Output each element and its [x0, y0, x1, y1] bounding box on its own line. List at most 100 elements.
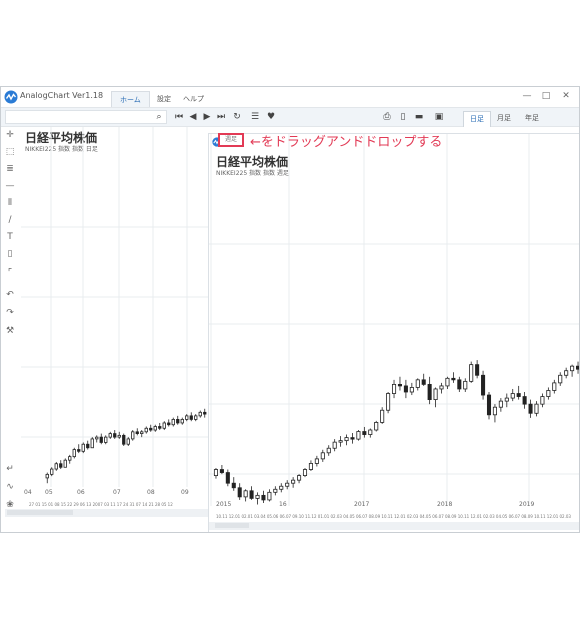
first-page-icon[interactable]: ⏮ — [173, 111, 185, 123]
redo-icon[interactable]: ↷ — [4, 307, 16, 319]
open-folder-icon[interactable]: ▬ — [413, 111, 425, 123]
candle-body — [95, 436, 99, 440]
period-tab-monthly[interactable]: 月足 — [491, 111, 517, 126]
note-icon[interactable]: ▯ — [4, 248, 16, 260]
search-input[interactable] — [5, 110, 167, 124]
candle-body — [415, 379, 420, 388]
line-chart-icon[interactable]: ∿ — [4, 481, 16, 493]
text-tool-icon[interactable]: T — [4, 231, 16, 243]
candle-body — [237, 487, 242, 498]
minimize-button[interactable]: — — [520, 89, 534, 103]
candle-body — [104, 436, 108, 443]
period-tab-daily[interactable]: 日足 — [463, 111, 491, 127]
horizontal-line-icon[interactable]: — — [4, 180, 16, 192]
candle-body — [158, 426, 162, 429]
favorite-heart-icon[interactable]: ♥ — [265, 111, 277, 123]
trendline-icon[interactable]: ∕ — [4, 214, 16, 226]
candle-body — [72, 449, 76, 458]
candle-body — [486, 394, 492, 416]
candle-body — [267, 491, 272, 501]
candle-body — [213, 469, 219, 476]
next-icon[interactable]: ▶ — [201, 111, 213, 123]
right-candlestick-chart[interactable] — [209, 134, 580, 533]
close-button[interactable]: ✕ — [559, 89, 573, 103]
candle-body — [344, 437, 349, 442]
candle-body — [45, 473, 49, 479]
left-scrollbar-thumb[interactable] — [7, 510, 73, 515]
candle-body — [374, 421, 379, 431]
right-year-label: 2015 — [216, 501, 232, 508]
right-scrollbar[interactable] — [209, 522, 579, 530]
left-date-ticks: 27 01 15 01 08 15 22 29 06 13 2007 03 11… — [29, 502, 173, 507]
list-icon[interactable]: ☰ — [249, 111, 261, 123]
left-month-label: 04 — [24, 489, 32, 496]
candle-body — [481, 374, 486, 396]
reset-icon[interactable]: ↵ — [4, 463, 16, 475]
candle-body — [81, 443, 85, 452]
candle-body — [320, 452, 325, 460]
maximize-button[interactable]: □ — [539, 89, 553, 103]
candle-body — [135, 431, 139, 434]
last-page-icon[interactable]: ⏭ — [215, 111, 227, 123]
candle-body — [59, 463, 63, 468]
candle-body — [380, 409, 385, 423]
right-date-ticks: 10.11 12.01 02.01 03.04 05.06 06.07 09.1… — [216, 514, 571, 519]
menu-tab-home[interactable]: ホーム — [111, 91, 150, 108]
title-bar: AnalogChart Ver1.18 ホーム 設定 ヘルプ — □ ✕ — [1, 87, 579, 108]
right-scrollbar-thumb[interactable] — [215, 523, 249, 528]
candle-body — [332, 441, 337, 449]
candle-body — [362, 431, 367, 435]
candle-body — [131, 431, 135, 440]
candle-body — [391, 383, 397, 394]
candle-body — [50, 468, 54, 475]
candle-body — [552, 382, 557, 391]
left-month-label: 09 — [181, 489, 189, 496]
candle-body — [176, 419, 180, 424]
right-year-label: 16 — [279, 501, 287, 508]
candle-body — [528, 403, 533, 414]
left-candlestick-chart[interactable] — [21, 127, 211, 512]
candle-body — [255, 494, 260, 499]
candle-body — [219, 469, 224, 473]
select-box-icon[interactable]: ⬚ — [4, 146, 16, 158]
candle-body — [314, 458, 319, 464]
left-scrollbar[interactable] — [5, 509, 209, 517]
left-month-label: 07 — [113, 489, 121, 496]
candle-body — [203, 411, 207, 415]
weekly-tab[interactable]: 週足 — [218, 133, 244, 147]
candle-body — [231, 482, 236, 489]
corner-tool-icon[interactable]: ⌜ — [4, 267, 16, 279]
crosshair-icon[interactable]: ✛ — [4, 129, 16, 141]
candle-body — [243, 490, 248, 498]
left-month-label: 05 — [45, 489, 53, 496]
candle-body — [492, 406, 497, 416]
candle-body — [279, 485, 284, 490]
candle-body — [397, 383, 402, 387]
candle-body — [427, 383, 432, 400]
wrench-icon[interactable]: ⚒ — [4, 325, 16, 337]
vertical-range-icon[interactable]: ⦀ — [4, 197, 16, 209]
save-icon[interactable]: ▣ — [433, 111, 445, 123]
candle-body — [356, 431, 361, 440]
candle-body — [261, 494, 266, 501]
horizontal-lines-icon[interactable]: ≣ — [4, 163, 16, 175]
candle-body — [498, 400, 503, 408]
candle-body — [185, 415, 189, 420]
period-tab-yearly[interactable]: 年足 — [519, 111, 545, 126]
candle-body — [326, 447, 331, 454]
undo-icon[interactable]: ↶ — [4, 289, 16, 301]
candle-body — [171, 419, 175, 426]
right-year-label: 2019 — [519, 501, 535, 508]
previous-icon[interactable]: ◀ — [187, 111, 199, 123]
candle-body — [273, 488, 278, 493]
refresh-icon[interactable]: ↻ — [231, 111, 243, 123]
candle-body — [403, 385, 408, 393]
candle-body — [457, 379, 462, 390]
candle-body — [140, 431, 144, 434]
search-icon[interactable]: ⌕ — [153, 111, 165, 123]
candle-body — [570, 365, 575, 372]
menu-tab-help[interactable]: ヘルプ — [175, 91, 212, 107]
candle-body — [249, 490, 254, 499]
new-document-icon[interactable]: ▯ — [397, 111, 409, 123]
print-icon[interactable]: ⎙ — [381, 111, 393, 123]
